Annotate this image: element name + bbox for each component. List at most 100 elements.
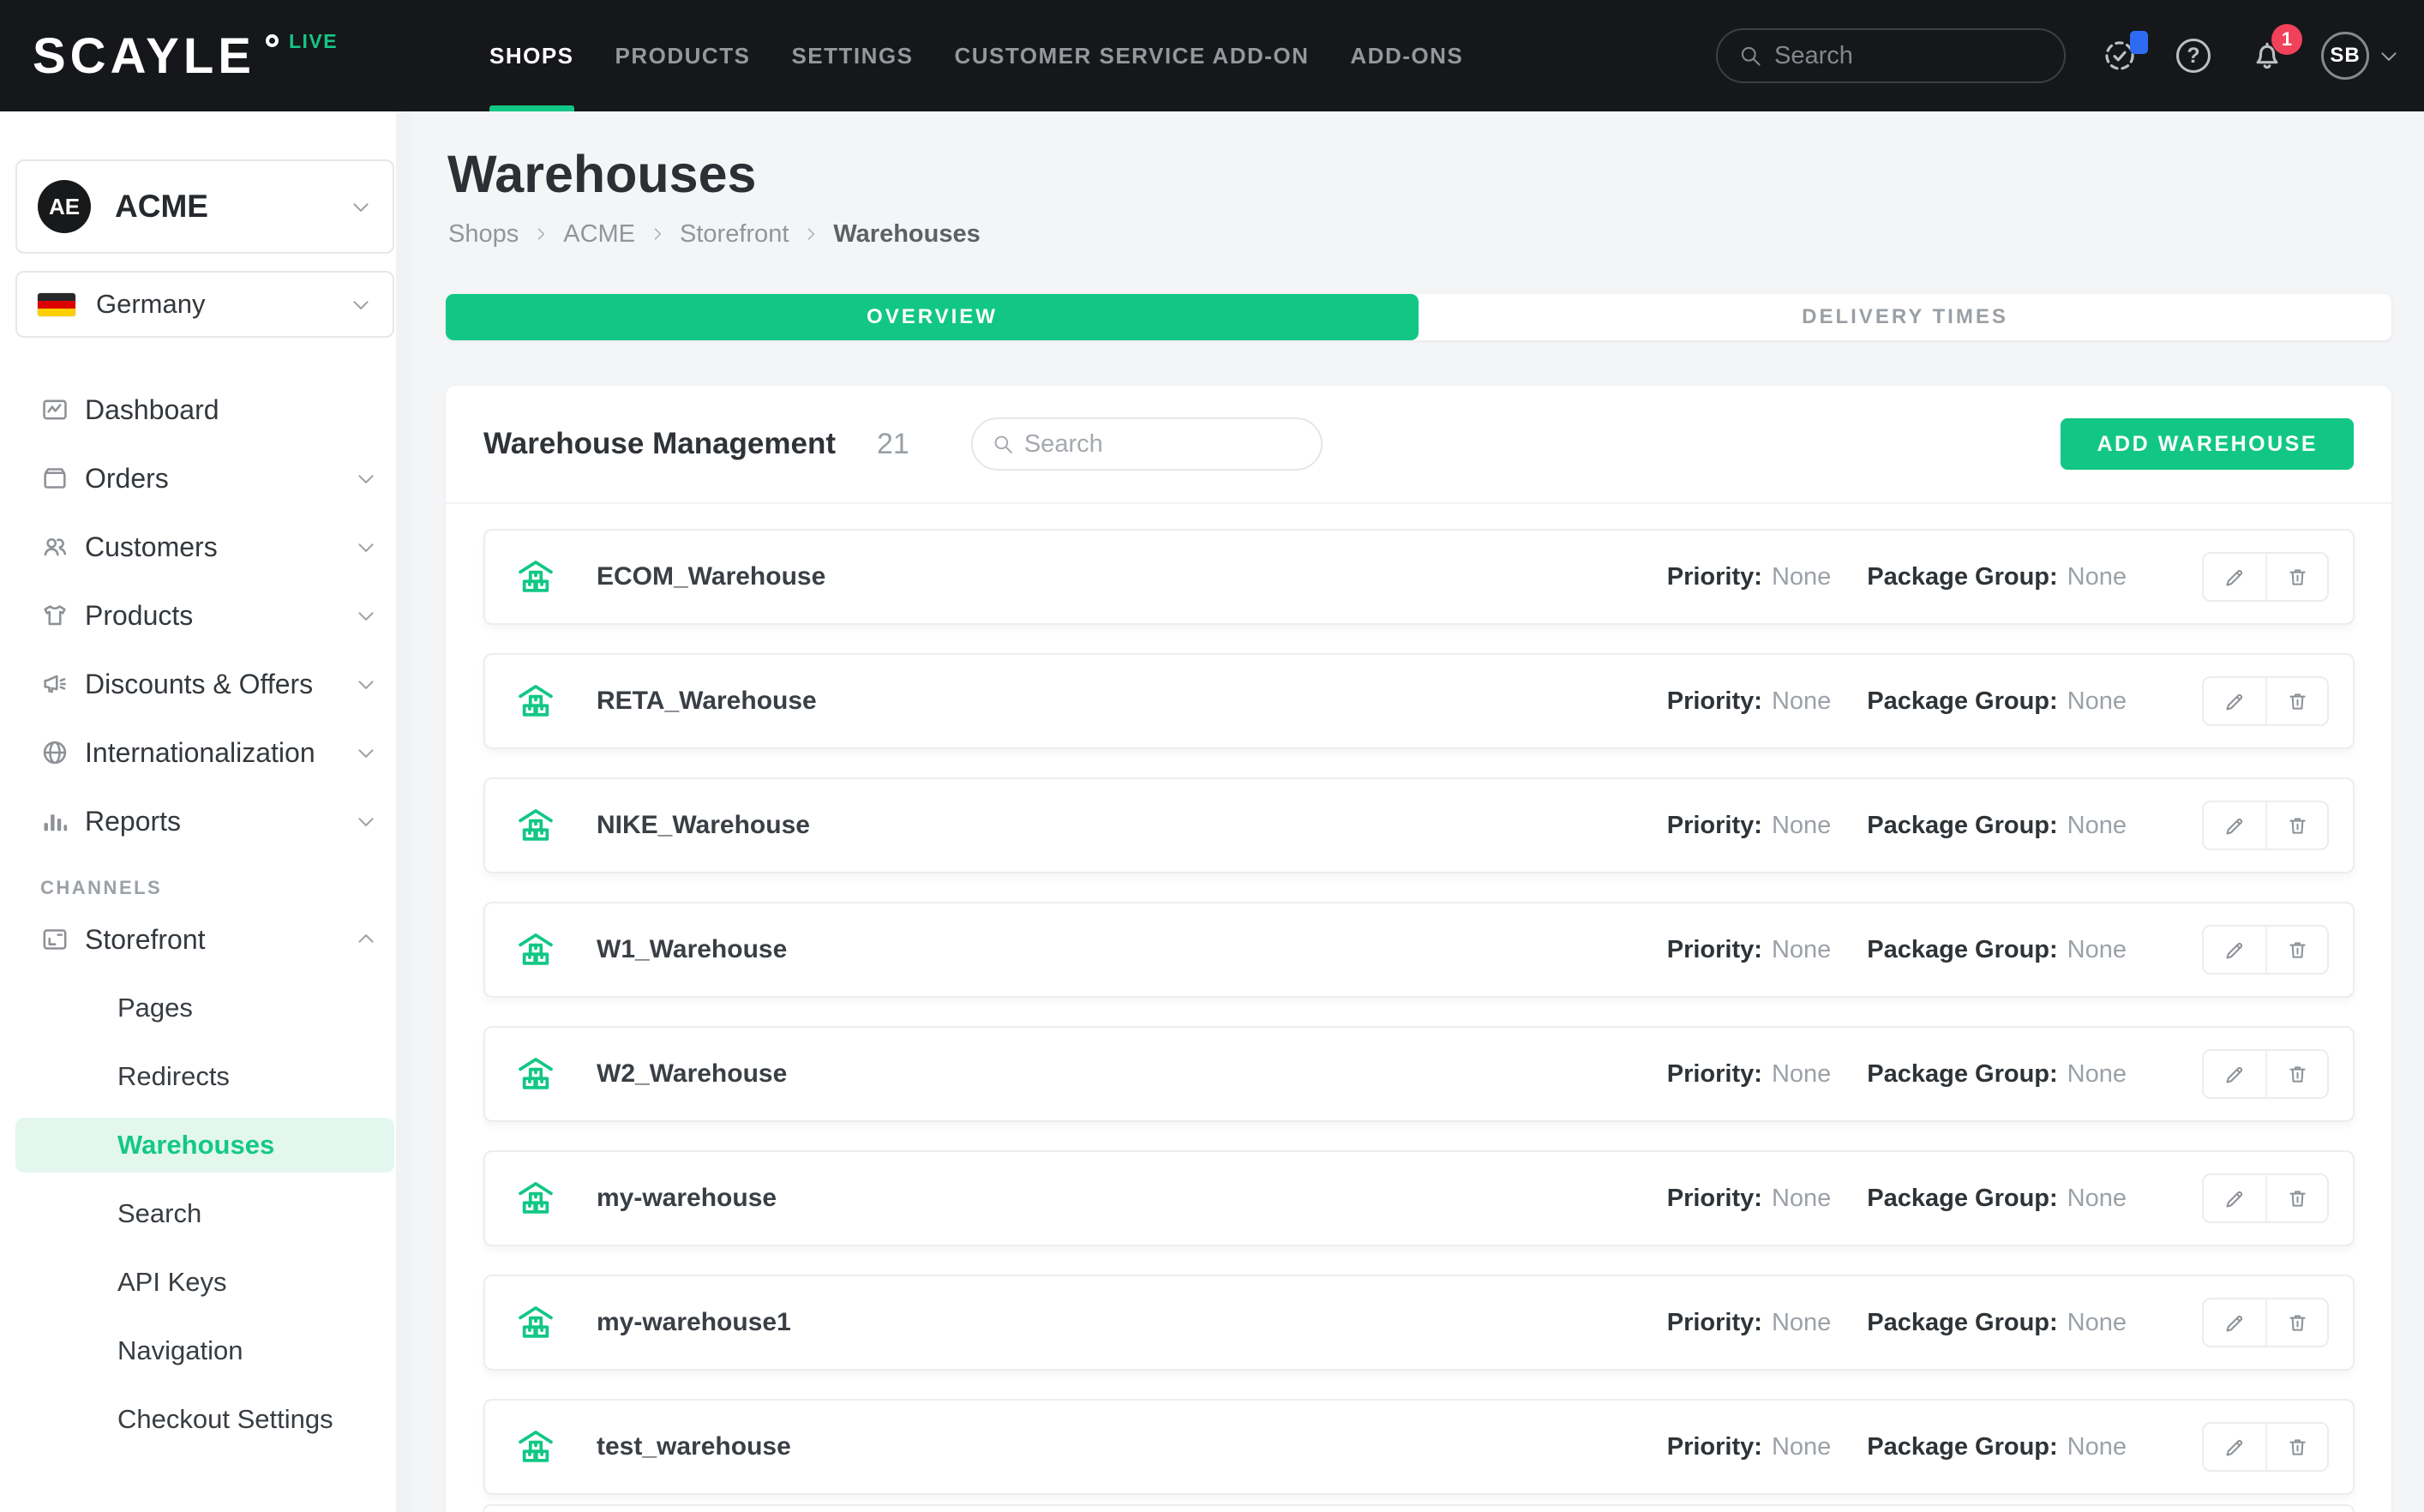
package-group-value: None — [2067, 1433, 2127, 1461]
warehouse-row[interactable]: RETA_Warehouse Priority:None Package Gro… — [483, 653, 2355, 749]
delete-warehouse-button[interactable] — [2265, 678, 2327, 724]
global-search-input[interactable] — [1774, 42, 2043, 70]
sidebar-menu: Dashboard Orders Customers Products Disc… — [0, 375, 411, 1454]
package-group-label: Package Group: — [1867, 936, 2057, 964]
delete-warehouse-button[interactable] — [2265, 1175, 2327, 1221]
nav-item-customer-service-addon[interactable]: CUSTOMER SERVICE ADD-ON — [954, 0, 1309, 111]
breadcrumb-acme[interactable]: ACME — [563, 220, 635, 249]
warehouse-name: NIKE_Warehouse — [597, 811, 810, 840]
logo-text: SCAYLE — [33, 27, 255, 85]
warehouse-row[interactable]: my-warehouse1 Priority:None Package Grou… — [483, 1275, 2355, 1371]
system-status-button[interactable] — [2100, 36, 2139, 75]
delete-warehouse-button[interactable] — [2265, 802, 2327, 849]
nav-item-addons[interactable]: ADD-ONS — [1350, 0, 1463, 111]
nav-item-shops[interactable]: SHOPS — [489, 0, 574, 111]
status-badge — [2130, 31, 2148, 54]
warehouse-row[interactable]: NIKE_Warehouse Priority: None Package Gro… — [483, 777, 2355, 873]
nav-item-settings[interactable]: SETTINGS — [791, 0, 913, 111]
sidebar-item-products[interactable]: Products — [0, 581, 411, 650]
warehouse-name: W2_Warehouse — [597, 1059, 787, 1089]
live-badge: LIVE — [289, 30, 338, 53]
edit-warehouse-button[interactable] — [2204, 1424, 2265, 1470]
tab-overview[interactable]: OVERVIEW — [446, 294, 1419, 340]
edit-warehouse-button[interactable] — [2204, 678, 2265, 724]
country-name: Germany — [96, 289, 205, 320]
priority-label: Priority: — [1667, 1433, 1762, 1461]
sidebar-item-dashboard[interactable]: Dashboard — [0, 375, 411, 444]
sidebar-item-reports[interactable]: Reports — [0, 787, 411, 855]
pencil-icon — [2223, 1063, 2247, 1086]
sidebar-item-warehouses[interactable]: Warehouses — [15, 1118, 394, 1173]
package-group-label: Package Group: — [1867, 1060, 2057, 1089]
edit-warehouse-button[interactable] — [2204, 802, 2265, 849]
delete-warehouse-button[interactable] — [2265, 1424, 2327, 1470]
package-group-label: Package Group: — [1867, 1309, 2057, 1337]
warehouse-row[interactable]: ECOM_Warehouse Priority:None Package Gro… — [483, 529, 2355, 625]
sidebar-item-orders[interactable]: Orders — [0, 444, 411, 513]
edit-warehouse-button[interactable] — [2204, 927, 2265, 973]
sidebar-item-navigation[interactable]: Navigation — [0, 1317, 411, 1385]
chevron-down-icon — [350, 293, 372, 315]
tab-delivery-times[interactable]: DELIVERY TIMES — [1419, 294, 2391, 340]
delete-warehouse-button[interactable] — [2265, 927, 2327, 973]
priority-label: Priority: — [1667, 1309, 1762, 1337]
warehouse-row[interactable]: my-warehouse Priority:None Package Group… — [483, 1150, 2355, 1246]
customers-icon — [40, 532, 69, 561]
package-group-value: None — [2067, 812, 2127, 840]
delete-warehouse-button[interactable] — [2265, 1299, 2327, 1346]
trash-icon — [2286, 1311, 2309, 1335]
package-group-value: None — [2067, 687, 2127, 716]
shop-avatar: AE — [38, 180, 91, 233]
top-navbar: SCAYLE LIVE SHOPS PRODUCTS SETTINGS CUST… — [0, 0, 2424, 111]
sidebar-item-pages[interactable]: Pages — [0, 974, 411, 1042]
help-icon: ? — [2176, 39, 2211, 73]
sidebar-item-internationalization[interactable]: Internationalization — [0, 718, 411, 787]
edit-warehouse-button[interactable] — [2204, 1299, 2265, 1346]
sidebar-item-discounts-offers[interactable]: Discounts & Offers — [0, 650, 411, 718]
notifications-button[interactable]: 1 — [2247, 36, 2287, 75]
priority-label: Priority: — [1667, 563, 1762, 591]
priority-value: None — [1772, 1309, 1831, 1337]
sidebar-item-checkout-settings[interactable]: Checkout Settings — [0, 1385, 411, 1454]
sidebar-item-redirects[interactable]: Redirects — [0, 1042, 411, 1111]
breadcrumb-shops[interactable]: Shops — [448, 220, 519, 249]
edit-warehouse-button[interactable] — [2204, 554, 2265, 600]
edit-warehouse-button[interactable] — [2204, 1051, 2265, 1097]
package-group-value: None — [2067, 1185, 2127, 1213]
breadcrumb-storefront[interactable]: Storefront — [680, 220, 789, 249]
sidebar-item-customers[interactable]: Customers — [0, 513, 411, 581]
warehouse-name: ECOM_Warehouse — [597, 562, 825, 591]
trash-icon — [2286, 690, 2309, 713]
warehouse-row[interactable]: test_warehouse Priority:None Package Gro… — [483, 1399, 2355, 1495]
sidebar-item-search[interactable]: Search — [0, 1179, 411, 1248]
warehouse-icon — [514, 1425, 557, 1468]
country-selector[interactable]: Germany — [15, 271, 394, 338]
package-group-value: None — [2067, 1309, 2127, 1337]
nav-item-products[interactable]: PRODUCTS — [615, 0, 751, 111]
delete-warehouse-button[interactable] — [2265, 554, 2327, 600]
sidebar-item-storefront[interactable]: Storefront — [0, 905, 411, 974]
sidebar-item-api-keys[interactable]: API Keys — [0, 1248, 411, 1317]
chevron-down-icon — [355, 673, 377, 695]
priority-label: Priority: — [1667, 687, 1762, 716]
priority-label: Priority: — [1667, 812, 1762, 840]
user-menu[interactable]: SB — [2321, 32, 2400, 80]
shop-selector[interactable]: AE ACME — [15, 159, 394, 254]
warehouse-search-input[interactable] — [1024, 430, 1302, 459]
package-group-value: None — [2067, 563, 2127, 591]
delete-warehouse-button[interactable] — [2265, 1051, 2327, 1097]
panel-title: Warehouse Management — [483, 427, 836, 461]
warehouse-row[interactable]: W2_Warehouse Priority:None Package Group… — [483, 1026, 2355, 1122]
add-warehouse-button[interactable]: ADD WAREHOUSE — [2061, 418, 2354, 470]
user-avatar: SB — [2321, 32, 2369, 80]
warehouse-row[interactable]: W1_Warehouse Priority:None Package Group… — [483, 902, 2355, 998]
chevron-down-icon — [2378, 45, 2400, 67]
sidebar-scrollbar[interactable] — [396, 111, 411, 1512]
package-group-label: Package Group: — [1867, 812, 2057, 840]
orders-icon — [40, 464, 69, 493]
help-button[interactable]: ? — [2174, 36, 2213, 75]
warehouse-icon — [514, 1177, 557, 1220]
warehouse-icon — [514, 680, 557, 723]
scayle-logo[interactable]: SCAYLE LIVE — [33, 0, 338, 111]
edit-warehouse-button[interactable] — [2204, 1175, 2265, 1221]
